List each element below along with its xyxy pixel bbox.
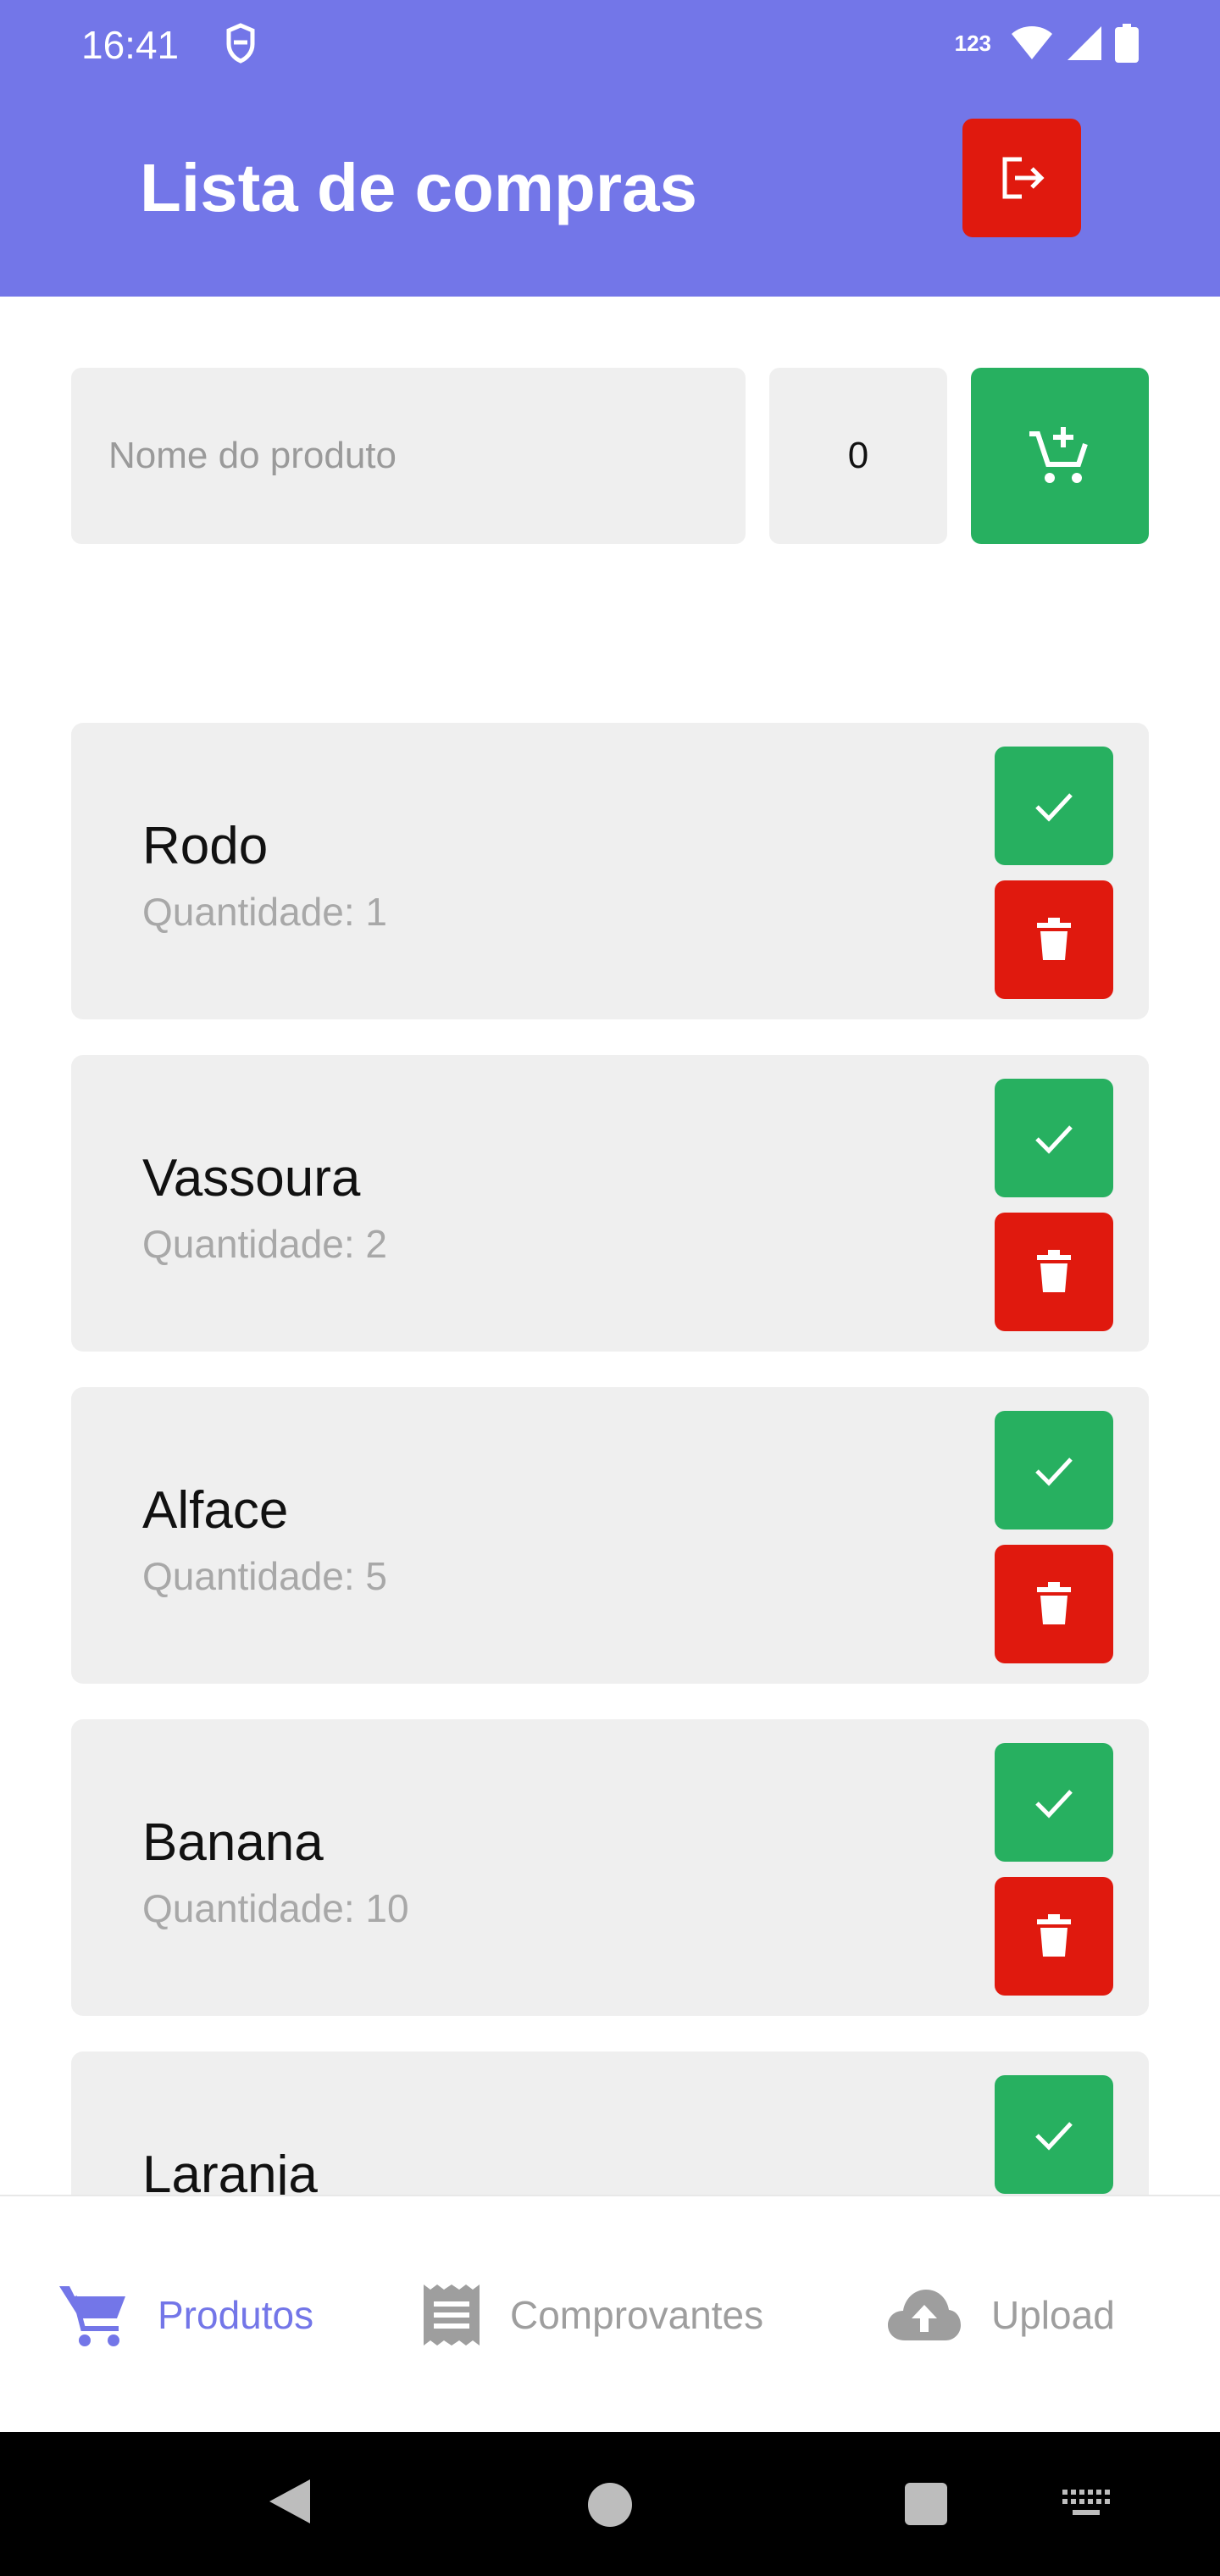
delete-button[interactable]: [995, 1877, 1113, 1996]
item-quantity: Quantidade: 2: [142, 1222, 388, 1266]
network-type-label: 123: [954, 30, 991, 56]
tab-comprovantes[interactable]: Comprovantes: [422, 2196, 763, 2434]
trash-icon: [1037, 1914, 1071, 1957]
page-title: Lista de compras: [140, 150, 698, 225]
product-list[interactable]: Rodo Quantidade: 1 Vassoura Quantidade: …: [0, 678, 1220, 2195]
item-name: Banana: [142, 1813, 324, 1872]
back-icon[interactable]: [266, 2476, 313, 2527]
quantity-input[interactable]: [769, 368, 947, 544]
system-navigation-bar: [0, 2432, 1220, 2576]
logout-button[interactable]: [962, 119, 1081, 237]
tab-comprovantes-label: Comprovantes: [510, 2293, 764, 2337]
mark-done-button[interactable]: [995, 2075, 1113, 2194]
list-item: Rodo Quantidade: 1: [71, 723, 1149, 1019]
cart-icon: [59, 2286, 125, 2346]
check-icon: [1035, 1125, 1073, 1154]
mark-done-button[interactable]: [995, 1743, 1113, 1862]
logout-icon: [1002, 157, 1045, 199]
trash-icon: [1037, 1582, 1071, 1624]
tab-produtos[interactable]: Produtos: [58, 2196, 313, 2434]
product-name-input[interactable]: [71, 368, 746, 544]
list-item: Laranja: [71, 2051, 1149, 2195]
signal-icon: [1068, 26, 1101, 60]
app-header: 16:41 123 Lista de compras: [0, 0, 1220, 297]
cloud-upload-icon: [888, 2290, 961, 2340]
mark-done-button[interactable]: [995, 1411, 1113, 1530]
item-quantity: Quantidade: 5: [142, 1554, 388, 1598]
trash-icon: [1037, 1250, 1071, 1292]
status-time: 16:41: [81, 23, 180, 67]
delete-button[interactable]: [995, 1545, 1113, 1663]
item-name: Vassoura: [142, 1149, 361, 1208]
check-icon: [1035, 1457, 1073, 1486]
list-item: Alface Quantidade: 5: [71, 1387, 1149, 1684]
item-quantity: Quantidade: 1: [142, 890, 388, 934]
delete-button[interactable]: [995, 880, 1113, 999]
shield-status-icon: [226, 23, 255, 64]
tab-upload-label: Upload: [991, 2293, 1115, 2337]
keyboard-icon[interactable]: [1061, 2488, 1112, 2518]
item-name: Laranja: [142, 2146, 318, 2195]
recent-apps-icon[interactable]: [905, 2483, 947, 2525]
list-item: Vassoura Quantidade: 2: [71, 1055, 1149, 1352]
item-quantity: Quantidade: 10: [142, 1886, 409, 1930]
trash-icon: [1037, 918, 1071, 960]
tab-produtos-label: Produtos: [158, 2293, 314, 2337]
delete-button[interactable]: [995, 1213, 1113, 1331]
mark-done-button[interactable]: [995, 747, 1113, 865]
item-name: Rodo: [142, 817, 269, 875]
mark-done-button[interactable]: [995, 1079, 1113, 1197]
check-icon: [1035, 2122, 1073, 2151]
item-name: Alface: [142, 1481, 289, 1540]
cart-plus-icon: [1029, 427, 1088, 483]
check-icon: [1035, 1790, 1073, 1818]
receipt-icon: [424, 2285, 480, 2346]
tab-upload[interactable]: Upload: [886, 2196, 1115, 2434]
add-product-button[interactable]: [971, 368, 1149, 544]
wifi-icon: [1012, 26, 1052, 59]
bottom-navigation: Produtos Comprovantes Upload: [0, 2195, 1220, 2432]
check-icon: [1035, 793, 1073, 822]
battery-icon: [1115, 24, 1139, 63]
list-item: Banana Quantidade: 10: [71, 1719, 1149, 2016]
home-icon[interactable]: [588, 2483, 632, 2527]
status-icons: 123: [955, 22, 1139, 64]
